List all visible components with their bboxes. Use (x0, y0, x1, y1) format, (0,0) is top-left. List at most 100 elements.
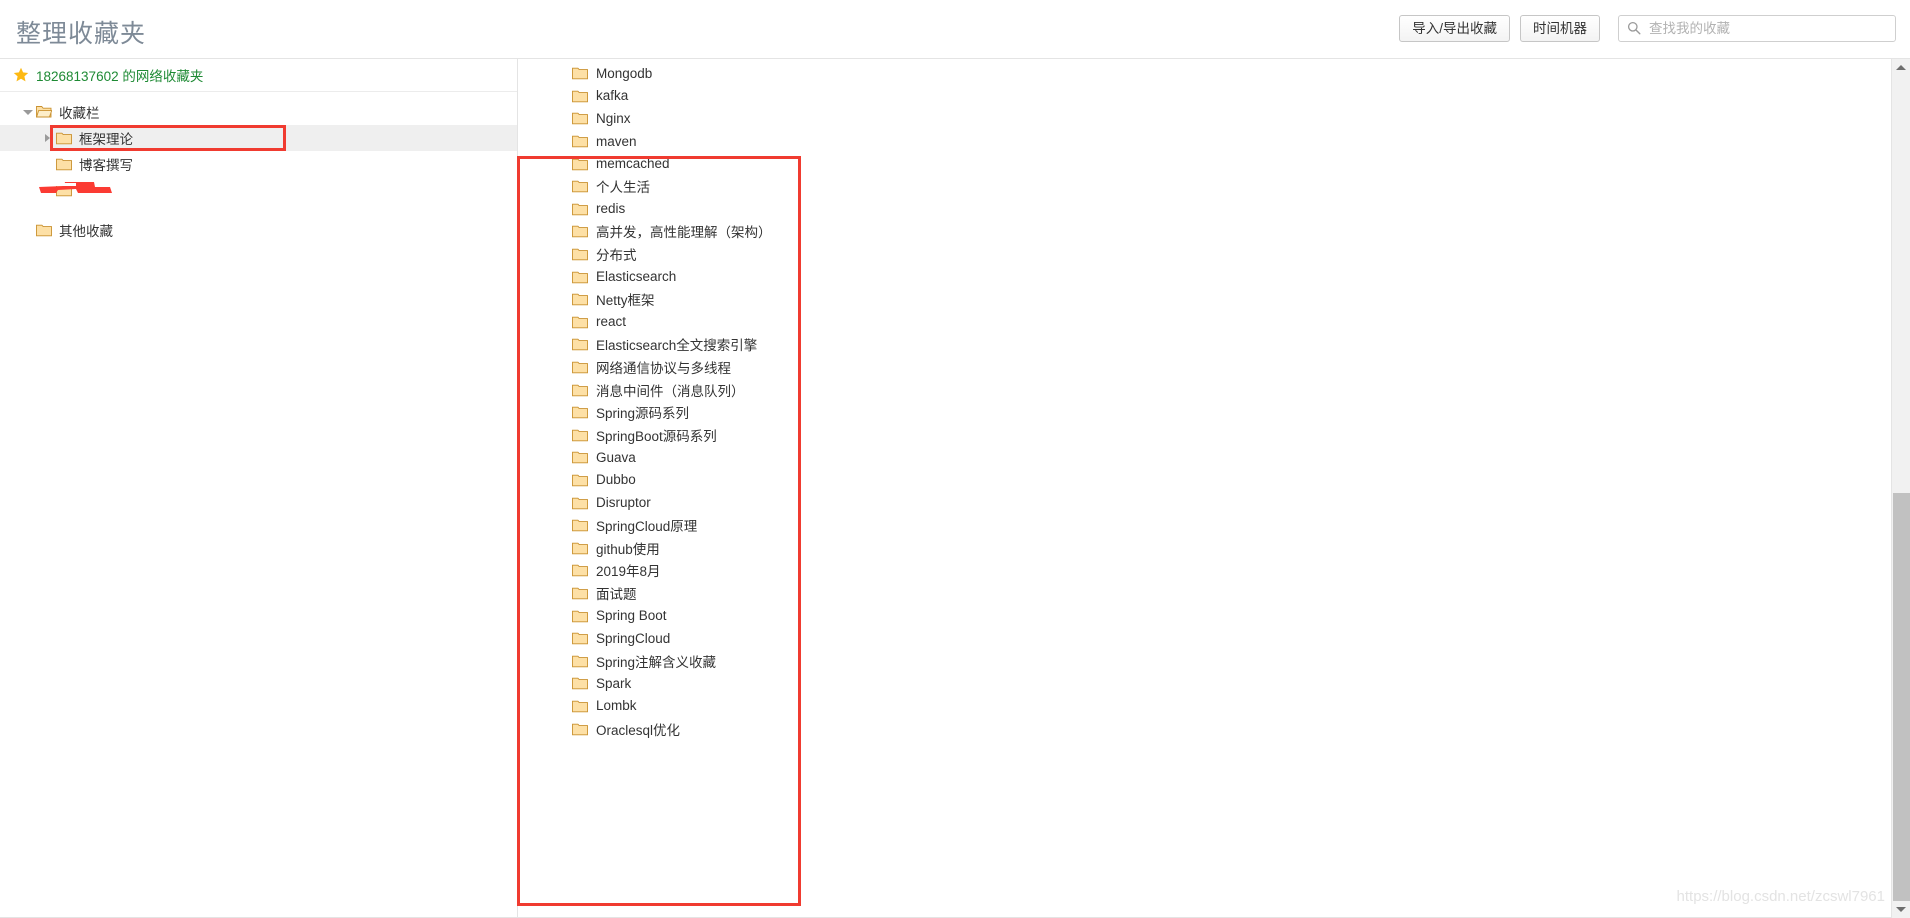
star-icon (13, 67, 29, 82)
folder-icon (572, 293, 588, 306)
folder-list-item[interactable]: Spark (519, 672, 772, 695)
folder-icon (572, 271, 588, 283)
folder-list-item[interactable]: Spring注解含义收藏 (519, 649, 772, 672)
tree-item-blog-writing[interactable]: 博客撰写 (0, 151, 517, 177)
scroll-down-arrow[interactable] (1892, 901, 1910, 918)
folder-list-item-label: Lombk (596, 698, 637, 714)
folder-list-item[interactable]: Nginx (519, 107, 772, 130)
folder-list-item[interactable]: SpringBoot源码系列 (519, 424, 772, 447)
folder-list-item-label: kafka (596, 88, 629, 104)
header-controls: 导入/导出收藏 时间机器 (1399, 15, 1896, 42)
folder-icon (572, 90, 588, 103)
folder-icon (572, 723, 588, 735)
app-header: 整理收藏夹 导入/导出收藏 时间机器 (0, 0, 1910, 59)
tree-item-label: 收藏栏 (59, 106, 100, 121)
folder-icon (572, 113, 588, 125)
folder-list-item[interactable]: 网络通信协议与多线程 (519, 356, 772, 379)
folder-list-item-label: Spring Boot (596, 608, 667, 624)
folder-list-item[interactable]: Elasticsearch (519, 265, 772, 288)
folder-list-item[interactable]: maven (519, 130, 772, 153)
folder-list-item-label: Elasticsearch全文搜索引擎 (596, 338, 758, 354)
folder-list-item[interactable]: memcached (519, 152, 772, 175)
folder-list-item-label: 面试题 (596, 586, 637, 602)
tree-item-label: 博客撰写 (79, 158, 133, 173)
folder-icon (572, 700, 588, 713)
tree-item-redacted[interactable] (0, 177, 517, 203)
folder-list-item-label: 消息中间件（消息队列） (596, 383, 745, 399)
folder-icon (572, 361, 588, 374)
folder-icon (572, 452, 588, 464)
folder-list-item[interactable]: Oraclesql优化 (519, 717, 772, 740)
folder-list-item-label: Guava (596, 449, 636, 465)
tree-item-label: 其他收藏 (59, 224, 113, 239)
folder-list-item[interactable]: github使用 (519, 536, 772, 559)
folder-list-item-label: Spring注解含义收藏 (596, 654, 717, 670)
vertical-scrollbar[interactable] (1891, 59, 1910, 918)
folder-list-item[interactable]: Mongodb (519, 62, 772, 85)
folder-list-item-label: SpringCloud (596, 630, 671, 646)
scroll-up-arrow[interactable] (1892, 59, 1910, 76)
folder-list-item-label: maven (596, 133, 637, 149)
folder-list-item[interactable]: Elasticsearch全文搜索引擎 (519, 333, 772, 356)
folder-icon (572, 158, 588, 170)
folder-list: Mongodb kafka Nginx maven memcached 个人生活 redis… (519, 59, 772, 740)
folder-list-item[interactable]: 高并发，高性能理解（架构） (519, 220, 772, 243)
folder-list-item-label: Disruptor (596, 495, 651, 511)
watermark: https://blog.csdn.net/zcswl7961 (1676, 888, 1885, 905)
folder-icon (572, 565, 588, 577)
folder-list-item-label: Spark (596, 675, 632, 691)
folder-list-item[interactable]: Spring Boot (519, 604, 772, 627)
folder-list-item[interactable]: 分布式 (519, 243, 772, 266)
folder-list-item[interactable]: SpringCloud原理 (519, 514, 772, 537)
folder-list-item-label: 2019年8月 (596, 564, 661, 580)
tree-caret-placeholder (42, 158, 54, 170)
folder-open-icon (36, 106, 52, 118)
folder-icon (572, 429, 588, 442)
scrollbar-thumb[interactable] (1893, 493, 1910, 901)
folder-list-item[interactable]: 面试题 (519, 582, 772, 605)
tree-item-other-bookmarks[interactable]: 其他收藏 (0, 217, 517, 243)
search-box[interactable] (1618, 15, 1896, 42)
folder-list-item[interactable]: react (519, 311, 772, 334)
tree-item-bookmarks-bar[interactable]: 收藏栏 (0, 99, 517, 125)
folder-list-item-label: memcached (596, 156, 670, 172)
folder-icon (572, 316, 588, 329)
import-export-button[interactable]: 导入/导出收藏 (1399, 15, 1510, 42)
folder-list-item[interactable]: 消息中间件（消息队列） (519, 378, 772, 401)
folder-icon (572, 181, 588, 193)
folder-list-item[interactable]: 2019年8月 (519, 559, 772, 582)
bookmark-list-panel: Mongodb kafka Nginx maven memcached 个人生活 redis… (519, 59, 1891, 918)
tree-item-framework-theory[interactable]: 框架理论 (0, 125, 517, 151)
folder-list-item[interactable]: Disruptor (519, 491, 772, 514)
tree-caret-placeholder (22, 224, 34, 236)
folder-icon (572, 542, 588, 555)
folder-list-item[interactable]: kafka (519, 85, 772, 108)
folder-icon (572, 519, 588, 532)
bookmark-tree-panel: 18268137602 的网络收藏夹 收藏栏 框架理论 博客撰写 其他收藏 (0, 59, 518, 918)
folder-list-item-label: Oraclesql优化 (596, 722, 681, 738)
tree-root-account[interactable]: 18268137602 的网络收藏夹 (0, 59, 517, 92)
chevron-down-icon[interactable] (22, 106, 34, 118)
chevron-right-icon[interactable] (42, 132, 54, 144)
folder-icon (572, 226, 588, 238)
folder-icon (572, 339, 588, 351)
folder-list-item-label: Spring源码系列 (596, 406, 690, 422)
folder-list-item[interactable]: Guava (519, 446, 772, 469)
page-title: 整理收藏夹 (16, 20, 147, 48)
folder-list-item-label: SpringBoot源码系列 (596, 428, 717, 444)
folder-list-item[interactable]: Dubbo (519, 469, 772, 492)
triangle-down-icon (1896, 907, 1906, 912)
tree-item-label: 框架理论 (79, 132, 133, 147)
folder-list-item[interactable]: 个人生活 (519, 175, 772, 198)
folder-list-item[interactable]: SpringCloud (519, 627, 772, 650)
folder-list-item[interactable]: Lombk (519, 695, 772, 718)
folder-list-item[interactable]: Spring源码系列 (519, 401, 772, 424)
search-input[interactable] (1618, 15, 1896, 42)
folder-list-item[interactable]: Netty框架 (519, 288, 772, 311)
folder-list-item-label: react (596, 314, 627, 330)
time-machine-button[interactable]: 时间机器 (1520, 15, 1600, 42)
folder-list-item[interactable]: redis (519, 198, 772, 221)
folder-list-item-label: Netty框架 (596, 293, 655, 309)
